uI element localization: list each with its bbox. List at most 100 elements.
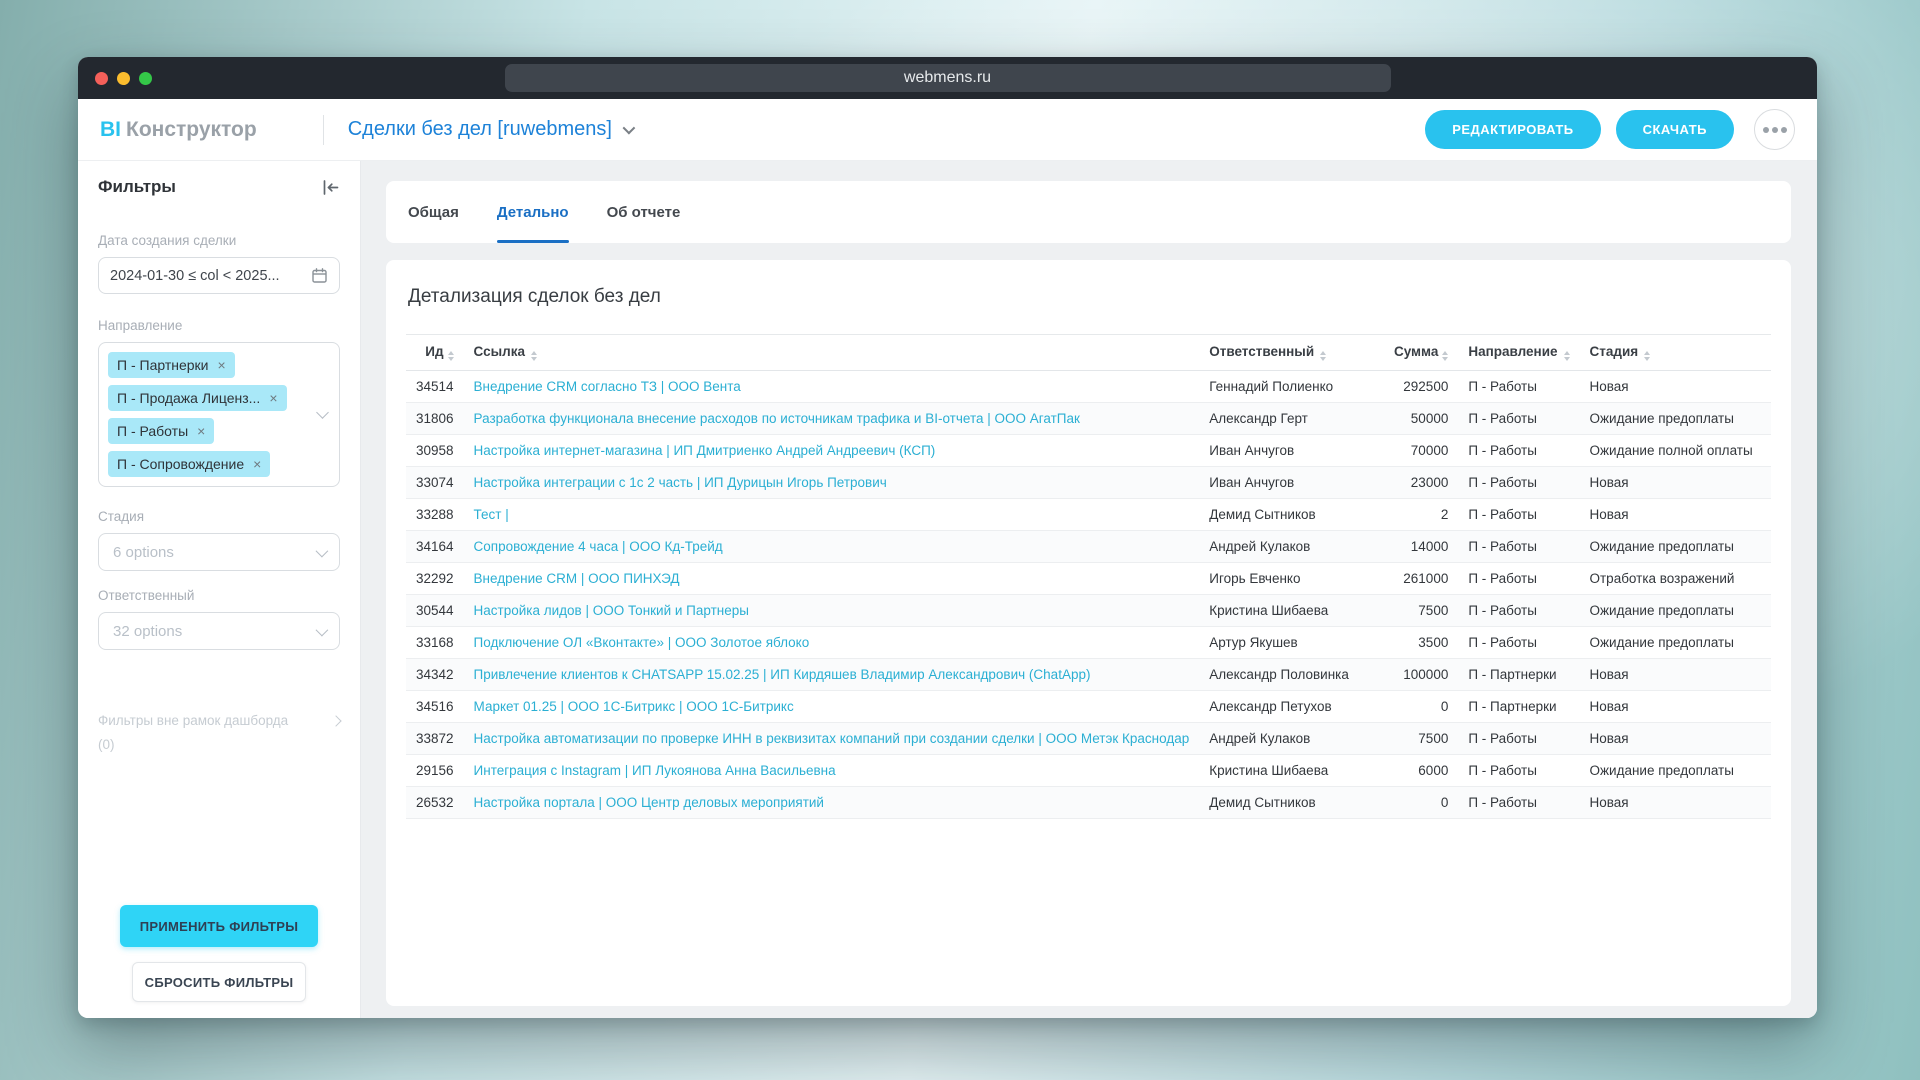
direction-tag[interactable]: П - Продажа Лиценз...× [108,385,287,411]
column-header-stage[interactable]: Стадия [1580,335,1772,371]
cell-direction: П - Работы [1458,531,1579,563]
cell-stage: Ожидание предоплаты [1580,595,1772,627]
deal-link[interactable]: Настройка портала | ООО Центр деловых ме… [474,795,824,810]
tab-детально[interactable]: Детально [497,181,569,243]
column-header-direction[interactable]: Направление [1458,335,1579,371]
collapse-sidebar-icon[interactable] [321,179,340,196]
sort-icon[interactable] [531,351,537,361]
table-row: 31806Разработка функционала внесение рас… [406,403,1771,435]
tab-общая[interactable]: Общая [408,181,459,243]
cell-direction: П - Работы [1458,787,1579,819]
minimize-window-button[interactable] [117,72,130,85]
deal-link[interactable]: Настройка интернет-магазина | ИП Дмитрие… [474,443,936,458]
sort-icon[interactable] [1644,351,1650,361]
outer-filters-link[interactable]: Фильтры вне рамок дашборда (0) [98,709,340,758]
column-header-id[interactable]: Ид [406,335,464,371]
deal-link[interactable]: Интеграция с Instagram | ИП Лукоянова Ан… [474,763,836,778]
cell-id: 34342 [406,659,464,691]
remove-tag-icon[interactable]: × [253,457,261,471]
deal-link[interactable]: Привлечение клиентов к CHATSAPP 15.02.25… [474,667,1091,682]
direction-tag-label: П - Партнерки [117,357,209,373]
sort-icon[interactable] [448,351,454,361]
column-header-sum[interactable]: Сумма [1376,335,1458,371]
cell-sum: 292500 [1376,371,1458,403]
cell-direction: П - Работы [1458,403,1579,435]
direction-tag[interactable]: П - Сопровождение× [108,451,270,477]
chevron-down-icon [316,623,329,636]
deal-link[interactable]: Подключение ОЛ «Вконтакте» | ООО Золотое… [474,635,810,650]
direction-filter-label: Направление [98,318,340,333]
responsible-filter-placeholder: 32 options [113,623,182,640]
stage-filter-label: Стадия [98,509,340,524]
address-bar[interactable]: webmens.ru [505,64,1391,92]
deal-link[interactable]: Настройка автоматизации по проверке ИНН … [474,731,1190,746]
deal-link[interactable]: Внедрение CRM | ООО ПИНХЭД [474,571,680,586]
apply-filters-button[interactable]: ПРИМЕНИТЬ ФИЛЬТРЫ [120,905,318,947]
remove-tag-icon[interactable]: × [269,391,277,405]
deal-link[interactable]: Тест | [474,507,509,522]
deal-link[interactable]: Сопровождение 4 часа | ООО Кд-Трейд [474,539,723,554]
remove-tag-icon[interactable]: × [197,424,205,438]
close-window-button[interactable] [95,72,108,85]
cell-link: Внедрение CRM | ООО ПИНХЭД [464,563,1200,595]
cell-id: 33288 [406,499,464,531]
cell-sum: 7500 [1376,723,1458,755]
cell-responsible: Александр Петухов [1199,691,1376,723]
cell-stage: Новая [1580,787,1772,819]
content-area: Фильтры Дата создания сделки 2024-01-30 … [78,161,1817,1018]
sort-icon[interactable] [1320,351,1326,361]
direction-tag[interactable]: П - Партнерки × [108,352,235,378]
filters-sidebar: Фильтры Дата создания сделки 2024-01-30 … [78,161,361,1018]
stage-filter-select[interactable]: 6 options [98,533,340,571]
table-row: 30958 Настройка интернет-магазина | ИП Дм… [406,435,1771,467]
table-row: 34516Маркет 01.25 | ООО 1С-Битрикс | ООО… [406,691,1771,723]
deal-link[interactable]: Маркет 01.25 | ООО 1С-Битрикс | ООО 1С-Б… [474,699,794,714]
direction-filter-select[interactable]: П - Партнерки×П - Продажа Лиценз...×П - … [98,342,340,487]
more-actions-button[interactable] [1754,109,1795,150]
cell-sum: 70000 [1376,435,1458,467]
responsible-filter-select[interactable]: 32 options [98,612,340,650]
header-divider [323,115,324,145]
deal-link[interactable]: Настройка лидов | ООО Тонкий и Партнеры [474,603,749,618]
cell-responsible: Иван Анчугов [1199,435,1376,467]
cell-responsible: Кристина Шибаева [1199,595,1376,627]
cell-responsible: Кристина Шибаева [1199,755,1376,787]
cell-id: 34514 [406,371,464,403]
reset-filters-button[interactable]: СБРОСИТЬ ФИЛЬТРЫ [132,962,306,1002]
cell-sum: 100000 [1376,659,1458,691]
cell-responsible: Андрей Кулаков [1199,531,1376,563]
date-filter-input[interactable]: 2024-01-30 ≤ col < 2025... [98,257,340,294]
column-label: Сумма [1394,344,1438,359]
direction-tag[interactable]: П - Работы× [108,418,214,444]
maximize-window-button[interactable] [139,72,152,85]
remove-tag-icon[interactable]: × [218,358,226,372]
deal-link[interactable]: Настройка интеграции с 1с 2 часть | ИП Д… [474,475,887,490]
download-button[interactable]: СКАЧАТЬ [1616,110,1734,149]
cell-link: Настройка портала | ООО Центр деловых ме… [464,787,1200,819]
cell-id: 33074 [406,467,464,499]
chevron-down-icon [316,406,329,419]
logo-bi-text: BI [100,118,121,141]
logo-text: Конструктор [126,118,257,141]
cell-id: 30544 [406,595,464,627]
sort-icon[interactable] [1564,351,1570,361]
deal-link[interactable]: Внедрение CRM согласно ТЗ | ООО Вента [474,379,741,394]
chevron-down-icon [622,122,635,135]
cell-link: Привлечение клиентов к CHATSAPP 15.02.25… [464,659,1200,691]
cell-sum: 14000 [1376,531,1458,563]
column-header-link[interactable]: Ссылка [464,335,1200,371]
edit-button[interactable]: РЕДАКТИРОВАТЬ [1425,110,1600,149]
header-actions: РЕДАКТИРОВАТЬ СКАЧАТЬ [1425,109,1795,150]
column-header-responsible[interactable]: Ответственный [1199,335,1376,371]
main-panel: ОбщаяДетальноОб отчете Детализация сдело… [361,161,1817,1018]
cell-direction: П - Работы [1458,435,1579,467]
cell-link: Подключение ОЛ «Вконтакте» | ООО Золотое… [464,627,1200,659]
table-row: 33288Тест |Демид Сытников2П - РаботыНова… [406,499,1771,531]
deal-link[interactable]: Разработка функционала внесение расходов… [474,411,1080,426]
cell-id: 30958 [406,435,464,467]
sort-icon[interactable] [1442,351,1448,361]
tab-об-отчете[interactable]: Об отчете [607,181,681,243]
cell-direction: П - Работы [1458,499,1579,531]
report-title-dropdown[interactable]: Сделки без дел [ruwebmens] [348,118,632,141]
report-title: Сделки без дел [ruwebmens] [348,118,612,141]
